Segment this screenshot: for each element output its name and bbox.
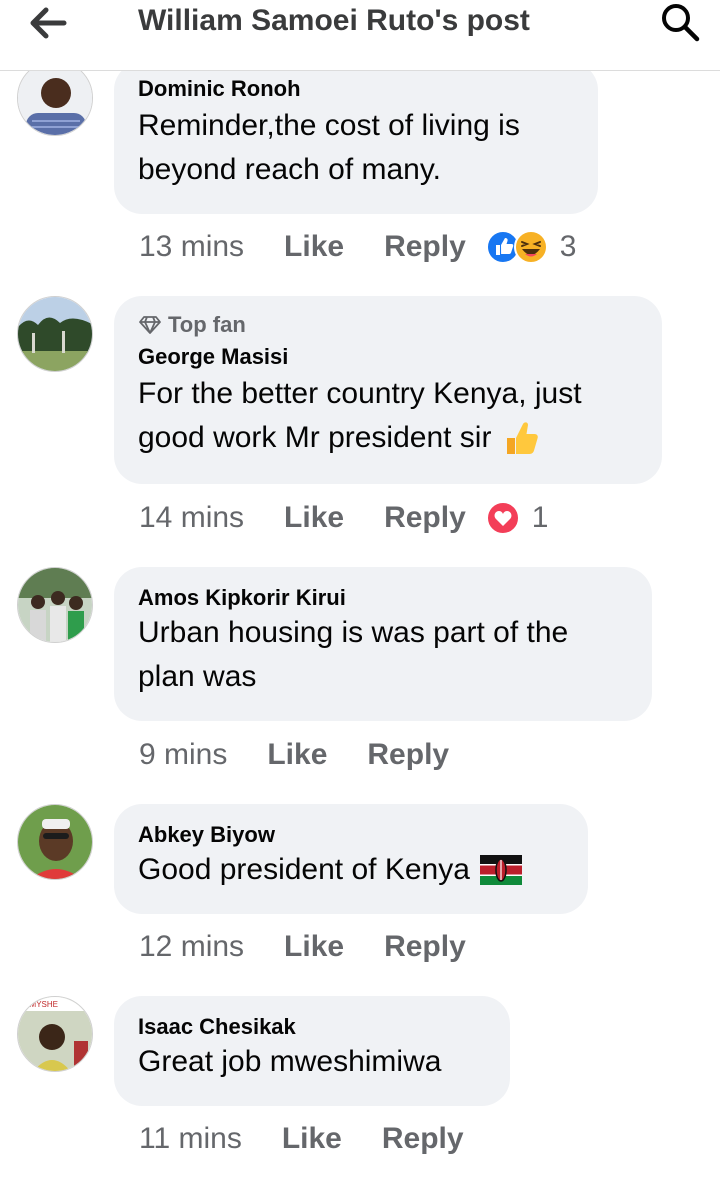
comment-text-line: Urban housing is was part of the bbox=[138, 616, 569, 649]
comment-text-line: good work Mr president sir bbox=[138, 421, 492, 454]
back-button[interactable] bbox=[28, 6, 68, 40]
avatar[interactable] bbox=[17, 804, 93, 880]
comment-text-line: beyond reach of many. bbox=[138, 153, 441, 186]
comment-text-line: plan was bbox=[138, 660, 257, 693]
comment-time[interactable]: 13 mins bbox=[139, 230, 244, 264]
reply-button[interactable]: Reply bbox=[384, 501, 466, 535]
arrow-left-icon bbox=[30, 7, 67, 39]
avatar[interactable]: S MYSHE bbox=[17, 996, 93, 1072]
comment-author[interactable]: Amos Kipkorir Kirui bbox=[138, 585, 628, 611]
reply-button[interactable]: Reply bbox=[367, 738, 449, 772]
thumbs-up-emoji-icon bbox=[507, 422, 539, 454]
search-icon bbox=[662, 4, 700, 42]
comment-meta: 11 mins Like Reply bbox=[139, 1122, 484, 1156]
avatar[interactable] bbox=[17, 567, 93, 643]
comment-text-line: Great job mweshimiwa bbox=[138, 1045, 442, 1078]
comment-text-line-with-emoji: Good president of Kenya bbox=[138, 848, 564, 892]
page-title: William Samoei Ruto's post bbox=[138, 4, 530, 37]
search-button[interactable] bbox=[660, 2, 700, 42]
comment-text-line: Good president of Kenya bbox=[138, 853, 470, 886]
comment-text-line: Reminder,the cost of living is bbox=[138, 109, 520, 142]
love-reaction-icon bbox=[485, 501, 520, 535]
top-fan-label: Top fan bbox=[168, 312, 246, 337]
comment-meta: 9 mins Like Reply bbox=[139, 738, 469, 772]
reactions-summary[interactable]: 3 bbox=[485, 230, 577, 264]
reply-button[interactable]: Reply bbox=[382, 1122, 464, 1156]
comment-bubble[interactable]: Isaac Chesikak Great job mweshimiwa bbox=[114, 996, 510, 1106]
comment-text-line-with-emoji: good work Mr president sir bbox=[138, 416, 638, 460]
avatar[interactable] bbox=[17, 296, 93, 372]
top-fan-badge: Top fan bbox=[138, 312, 638, 338]
comment-author[interactable]: George Masisi bbox=[138, 344, 638, 370]
haha-reaction-icon bbox=[513, 230, 548, 264]
comment-author[interactable]: Dominic Ronoh bbox=[138, 76, 574, 102]
comment-time[interactable]: 11 mins bbox=[139, 1122, 242, 1156]
comment-bubble[interactable]: Amos Kipkorir Kirui Urban housing is was… bbox=[114, 567, 652, 721]
reply-button[interactable]: Reply bbox=[384, 230, 466, 264]
like-button[interactable]: Like bbox=[284, 230, 344, 264]
diamond-icon bbox=[139, 316, 161, 334]
like-button[interactable]: Like bbox=[284, 501, 344, 535]
avatar-overlay-text: S MYSHE bbox=[22, 1000, 58, 1009]
kenya-flag-emoji-icon bbox=[479, 855, 522, 885]
reaction-count: 3 bbox=[559, 230, 577, 263]
like-button[interactable]: Like bbox=[267, 738, 327, 772]
comment-meta: 13 mins Like Reply 3 bbox=[139, 230, 576, 264]
comment-time[interactable]: 14 mins bbox=[139, 501, 244, 535]
like-button[interactable]: Like bbox=[284, 930, 344, 964]
comment-bubble[interactable]: Top fan George Masisi For the better cou… bbox=[114, 296, 662, 484]
reactions-summary[interactable]: 1 bbox=[485, 501, 549, 535]
post-header: William Samoei Ruto's post bbox=[0, 0, 720, 71]
reaction-count: 1 bbox=[531, 501, 549, 534]
comment-author[interactable]: Abkey Biyow bbox=[138, 822, 564, 848]
like-button[interactable]: Like bbox=[282, 1122, 342, 1156]
comment-bubble[interactable]: Dominic Ronoh Reminder,the cost of livin… bbox=[114, 62, 598, 214]
comment-author[interactable]: Isaac Chesikak bbox=[138, 1014, 486, 1040]
comment-meta: 12 mins Like Reply bbox=[139, 930, 486, 964]
comment-text-line: For the better country Kenya, just bbox=[138, 377, 582, 410]
comment-time[interactable]: 12 mins bbox=[139, 930, 244, 964]
comment-time[interactable]: 9 mins bbox=[139, 738, 227, 772]
avatar[interactable] bbox=[17, 60, 93, 136]
comment-meta: 14 mins Like Reply 1 bbox=[139, 501, 548, 535]
reply-button[interactable]: Reply bbox=[384, 930, 466, 964]
comment-bubble[interactable]: Abkey Biyow Good president of Kenya bbox=[114, 804, 588, 914]
